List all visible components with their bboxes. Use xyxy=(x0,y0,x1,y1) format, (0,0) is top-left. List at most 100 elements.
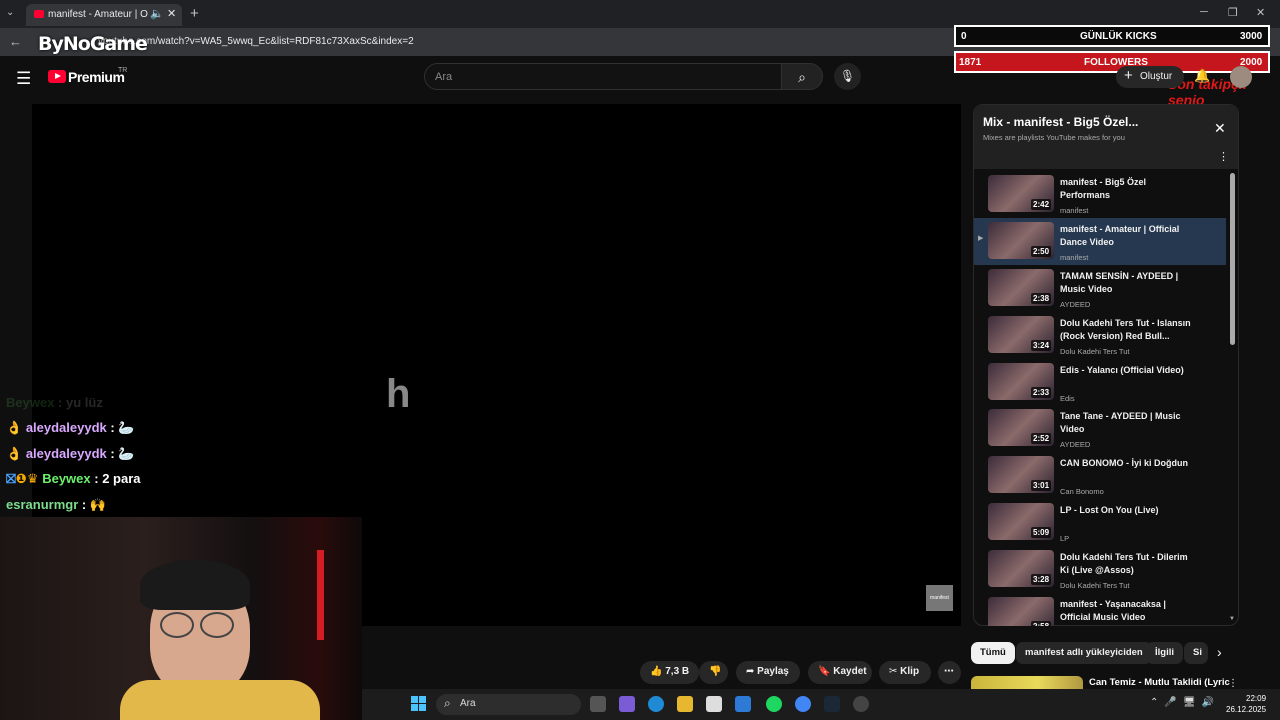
bynogame-logo: ByNoGame xyxy=(38,33,148,55)
chip-all[interactable]: Tümü xyxy=(971,642,1015,664)
edge-icon[interactable] xyxy=(648,696,664,712)
video-channel: Dolu Kadehi Ters Tut xyxy=(1060,581,1130,591)
close-window-button[interactable]: ✕ xyxy=(1256,6,1265,19)
video-title[interactable]: Dolu Kadehi Ters Tut - Dilerim Ki (Live … xyxy=(1060,551,1198,577)
chat-text: : 🦢 xyxy=(110,420,135,435)
video-title[interactable]: manifest - Yaşanacaksa | Official Music … xyxy=(1060,598,1198,624)
browser-tab[interactable]: manifest - Amateur | Officia 🔈 ✕ xyxy=(26,4,182,26)
thumbs-up-icon: 👍 xyxy=(650,666,663,677)
video-title[interactable]: manifest - Big5 Özel Performans xyxy=(1060,176,1198,202)
youtube-premium-label[interactable]: Premium xyxy=(68,69,125,85)
playlist-item[interactable]: 2:58 manifest - Yaşanacaksa | Official Mu… xyxy=(974,593,1226,626)
glasses-right xyxy=(200,612,234,638)
chat-username: aleydaleyydk xyxy=(25,420,107,435)
avatar[interactable] xyxy=(1230,66,1252,88)
streamer-cap xyxy=(140,560,250,610)
store-icon[interactable] xyxy=(706,696,722,712)
playlist-item[interactable]: 2:38 TAMAM SENSİN - AYDEED | Music Video A… xyxy=(974,265,1226,312)
video-duration: 2:42 xyxy=(1031,199,1052,210)
like-button[interactable]: 👍 7,3 B xyxy=(640,661,699,684)
playlist-menu-icon[interactable]: ⋮ xyxy=(1218,150,1229,163)
chip-more[interactable]: Si xyxy=(1184,642,1208,664)
video-title[interactable]: LP - Lost On You (Live) xyxy=(1060,504,1198,517)
menu-icon[interactable]: ☰ xyxy=(16,69,31,89)
thumbs-down-icon: 👎 xyxy=(709,666,722,677)
search-input[interactable]: Ara xyxy=(424,63,782,90)
chat-message: Beywex : yu lüz xyxy=(6,395,103,410)
channel-watermark-icon[interactable]: manifest xyxy=(926,585,953,611)
playlist-scrollbar[interactable] xyxy=(1230,173,1235,345)
video-duration: 2:33 xyxy=(1031,386,1052,398)
tab-title: manifest - Amateur | Officia xyxy=(48,9,148,20)
maximize-button[interactable]: ❐ xyxy=(1228,6,1238,19)
playlist-item[interactable]: 3:24 Dolu Kadehi Ters Tut - Islansın (Roc… xyxy=(974,312,1226,359)
search-button[interactable]: ⌕ xyxy=(781,63,823,90)
chat-message: 👌 aleydaleyydk : 🦢 xyxy=(6,446,135,461)
dislike-button[interactable]: 👎 xyxy=(699,661,728,684)
video-title[interactable]: TAMAM SENSİN - AYDEED | Music Video xyxy=(1060,270,1198,296)
playlist-item[interactable]: 2:42 manifest - Big5 Özel Performans manif… xyxy=(974,171,1226,218)
clock-time: 22:09 xyxy=(1246,694,1267,703)
chip-from-uploader[interactable]: manifest adlı yükleyiciden xyxy=(1016,642,1152,664)
new-tab-button[interactable]: + xyxy=(190,5,199,22)
playlist-item[interactable]: 5:09 LP - Lost On You (Live) LP xyxy=(974,499,1226,546)
kicks-goal: 3000 xyxy=(1240,31,1263,42)
video-title[interactable]: manifest - Amateur | Official Dance Vide… xyxy=(1060,223,1198,249)
chevron-right-icon[interactable]: › xyxy=(1217,644,1222,660)
chat-username: aleydaleyydk xyxy=(25,446,107,461)
recommended-title[interactable]: Can Temiz - Mutlu Taklidi (Lyric xyxy=(1089,677,1230,688)
bell-icon[interactable]: 🔔 xyxy=(1194,68,1210,84)
tab-search-icon[interactable]: ⌄ xyxy=(6,7,14,18)
scroll-down-icon[interactable]: ▼ xyxy=(1229,616,1235,622)
video-channel: Dolu Kadehi Ters Tut xyxy=(1060,346,1130,356)
chat-username: esranurmgr xyxy=(6,497,79,512)
video-duration: 2:38 xyxy=(1031,292,1052,304)
taskbar-clock[interactable]: 22:09 26.12.2025 xyxy=(1226,693,1266,715)
playlist-item[interactable]: 2:33 Edis - Yalancı (Official Video) Edis xyxy=(974,359,1226,406)
youtube-logo-icon[interactable] xyxy=(48,70,66,83)
chat-text: : 🦢 xyxy=(110,446,135,461)
mail-icon[interactable] xyxy=(735,696,751,712)
save-button[interactable]: 🔖 Kaydet xyxy=(808,661,872,684)
copilot-icon[interactable] xyxy=(619,696,635,712)
share-button[interactable]: ➦ Paylaş xyxy=(736,661,800,684)
chat-text: : 🙌 xyxy=(81,497,107,512)
video-title[interactable]: Edis - Yalancı (Official Video) xyxy=(1060,364,1198,377)
steam-icon[interactable] xyxy=(824,696,840,712)
playlist-item[interactable]: 2:52 Tane Tane - AYDEED | Music Video AYDE… xyxy=(974,405,1226,452)
video-title[interactable]: CAN BONOMO - İyi ki Doğdun xyxy=(1060,457,1198,470)
obs-icon[interactable] xyxy=(853,696,869,712)
minimize-button[interactable]: ─ xyxy=(1200,6,1208,18)
playlist-item[interactable]: 3:01 CAN BONOMO - İyi ki Doğdun Can Bonomo xyxy=(974,452,1226,499)
glasses-left xyxy=(160,612,194,638)
close-tab-icon[interactable]: ✕ xyxy=(167,7,176,20)
playlist-item[interactable]: 3:28 Dolu Kadehi Ters Tut - Dilerim Ki (L… xyxy=(974,546,1226,593)
more-actions-button[interactable]: ⋯ xyxy=(938,661,961,684)
file-explorer-icon[interactable] xyxy=(677,696,693,712)
chrome-icon[interactable] xyxy=(795,696,811,712)
create-button[interactable]: Oluştur xyxy=(1116,66,1184,88)
system-tray[interactable]: ⌃🎤🖥🔊 xyxy=(1150,697,1220,708)
like-count: 7,3 B xyxy=(665,666,690,677)
windows-start-icon[interactable] xyxy=(411,696,426,711)
kicks-counter: 0 GÜNLÜK KICKS 3000 xyxy=(954,25,1270,47)
video-title[interactable]: Dolu Kadehi Ters Tut - Islansın (Rock Ve… xyxy=(1060,317,1198,343)
chip-related[interactable]: İlgili xyxy=(1146,642,1183,664)
mic-button[interactable]: 🎙 xyxy=(834,63,861,90)
speaker-icon[interactable]: 🔈 xyxy=(150,7,164,20)
recommended-menu-icon[interactable]: ⋮ xyxy=(1228,678,1238,689)
chat-message: esranurmgr : 🙌 xyxy=(6,497,106,513)
clip-button[interactable]: ✂ Klip xyxy=(879,661,931,684)
taskbar-search[interactable]: Ara xyxy=(436,694,581,715)
close-icon[interactable]: ✕ xyxy=(1214,120,1226,137)
video-duration: 5:09 xyxy=(1031,527,1052,539)
video-duration: 3:24 xyxy=(1031,339,1052,351)
url-field[interactable]: youtube.com/watch?v=WA5_5wwq_Ec&list=RDF… xyxy=(90,31,950,53)
video-title[interactable]: Tane Tane - AYDEED | Music Video xyxy=(1060,410,1198,436)
back-arrow-icon[interactable]: ← xyxy=(9,34,22,49)
video-channel: AYDEED xyxy=(1060,440,1091,450)
playlist-item[interactable]: ▶ 2:50 manifest - Amateur | Official Dance… xyxy=(974,217,1226,265)
playlist-title[interactable]: Mix - manifest - Big5 Özel... xyxy=(983,115,1138,129)
task-view-icon[interactable] xyxy=(590,696,606,712)
spotify-icon[interactable] xyxy=(766,696,782,712)
